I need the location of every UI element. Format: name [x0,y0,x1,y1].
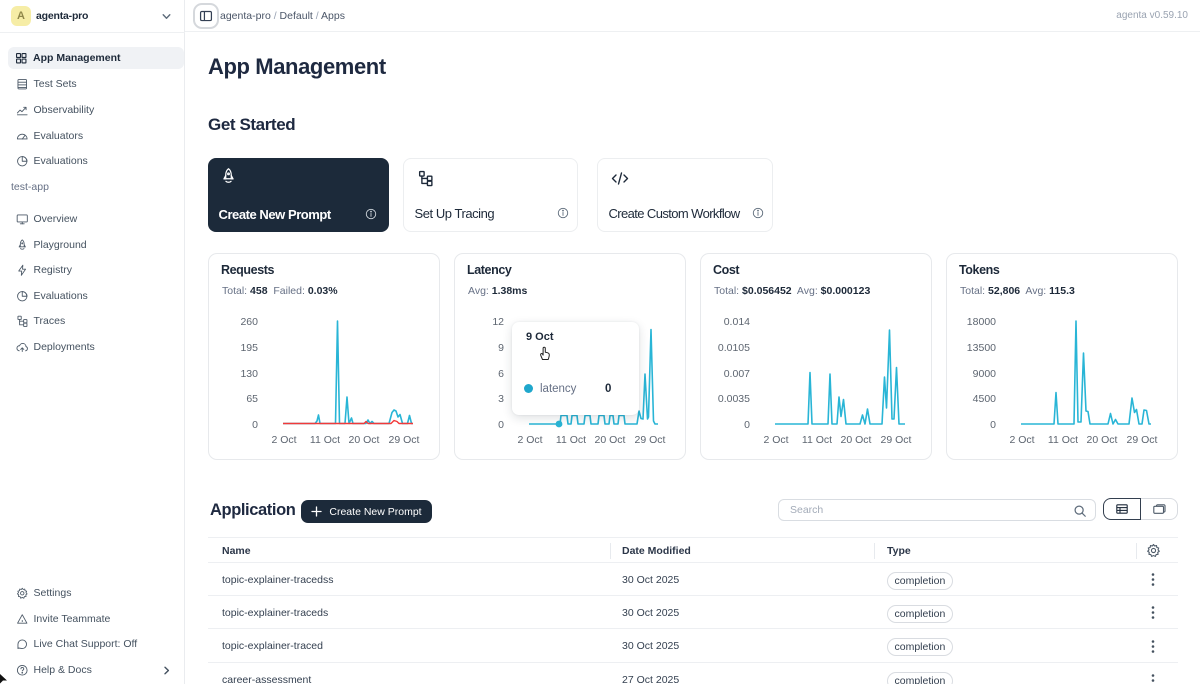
svg-text:29 Oct: 29 Oct [389,434,420,446]
svg-text:29 Oct: 29 Oct [635,434,666,446]
svg-text:11 Oct: 11 Oct [802,434,832,446]
svg-text:6: 6 [498,368,504,380]
svg-text:0: 0 [252,419,258,431]
svg-text:20 Oct: 20 Oct [841,434,872,446]
svg-text:11 Oct: 11 Oct [556,434,586,446]
svg-text:0.014: 0.014 [724,316,750,328]
svg-text:0: 0 [498,419,504,431]
svg-text:0.0035: 0.0035 [718,393,750,405]
svg-text:0: 0 [990,419,996,431]
svg-text:12: 12 [492,316,504,328]
svg-text:18000: 18000 [967,316,996,328]
svg-text:0: 0 [744,419,750,431]
svg-text:20 Oct: 20 Oct [595,434,626,446]
svg-text:4500: 4500 [973,393,997,405]
svg-text:29 Oct: 29 Oct [881,434,912,446]
svg-text:2 Oct: 2 Oct [1009,434,1034,446]
svg-text:195: 195 [240,342,258,354]
svg-text:20 Oct: 20 Oct [1087,434,1118,446]
svg-text:0.007: 0.007 [724,368,750,380]
svg-text:13500: 13500 [967,342,996,354]
svg-text:29 Oct: 29 Oct [1127,434,1158,446]
svg-text:65: 65 [246,393,258,405]
svg-text:2 Oct: 2 Oct [763,434,788,446]
svg-text:2 Oct: 2 Oct [517,434,542,446]
svg-text:2 Oct: 2 Oct [271,434,296,446]
svg-text:20 Oct: 20 Oct [349,434,380,446]
svg-text:3: 3 [498,393,504,405]
svg-text:9: 9 [498,342,504,354]
svg-text:0.0105: 0.0105 [718,342,750,354]
svg-text:260: 260 [240,316,258,328]
svg-text:11 Oct: 11 Oct [1048,434,1078,446]
svg-text:130: 130 [240,368,258,380]
svg-text:11 Oct: 11 Oct [310,434,340,446]
svg-text:9000: 9000 [973,368,997,380]
